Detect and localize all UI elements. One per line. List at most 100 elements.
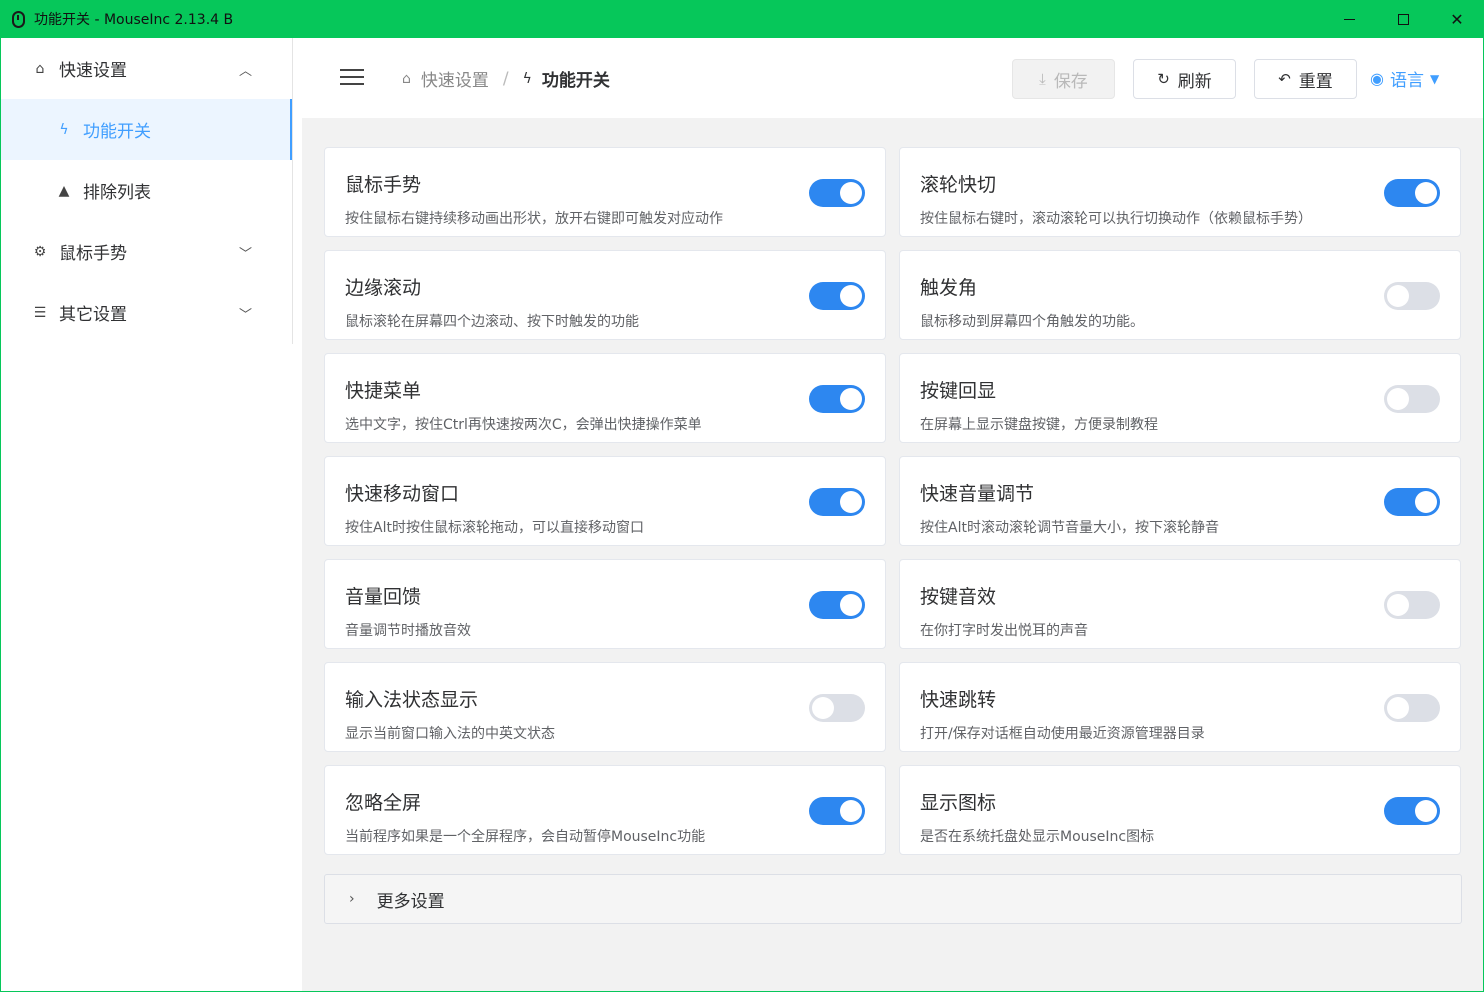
feature-description: 选中文字，按住Ctrl再快速按两次C，会弹出快捷操作菜单 [345,417,702,433]
breadcrumb: ⌂ 快速设置 / ϟ 功能开关 [402,66,610,92]
feature-toggle[interactable] [809,591,865,619]
sidebar: ⌂ 快速设置 ︿ ϟ 功能开关 ▲ 排除列表 ⚙ 鼠标手势 ﹀ ☰ 其它设置 ﹀ [1,38,293,344]
language-icon: ◉ [1370,69,1384,88]
minimize-button[interactable] [1322,0,1376,38]
toggle-knob [840,388,862,410]
home-icon: ⌂ [35,60,45,77]
sidebar-item-exclude-list[interactable]: ▲ 排除列表 [1,160,292,221]
feature-toggle[interactable] [809,179,865,207]
feature-toggle[interactable] [1384,591,1440,619]
feature-description: 当前程序如果是一个全屏程序，会自动暂停MouseInc功能 [345,829,706,845]
sidebar-item-label: 其它设置 [59,305,127,325]
window-title: 功能开关 - MouseInc 2.13.4 B [34,12,234,28]
feature-title: 显示图标 [920,792,997,814]
toggle-knob [1387,594,1409,616]
refresh-icon: ↻ [1157,70,1170,88]
chevron-up-icon: ︿ [238,64,252,79]
more-settings-collapse[interactable]: › 更多设置 [324,874,1462,924]
breadcrumb-home[interactable]: 快速设置 [421,66,489,91]
feature-toggle[interactable] [809,694,865,722]
sidebar-item-mouse-gestures[interactable]: ⚙ 鼠标手势 ﹀ [1,221,292,282]
toggle-knob [840,491,862,513]
reset-button-label: 重置 [1298,71,1333,92]
main-content: 鼠标手势按住鼠标右键持续移动画出形状，放开右键即可触发对应动作 滚轮快切 按住鼠标右… [302,118,1483,991]
feature-title: 音量回馈 [345,586,422,608]
feature-description: 在屏幕上显示键盘按键，方便录制教程 [920,417,1158,433]
feature-title: 触发角 [920,277,978,299]
caret-down-icon: ▼ [1429,71,1440,86]
feature-description: 按住鼠标右键持续移动画出形状，放开右键即可触发对应动作 [345,211,723,227]
toggle-knob [1415,491,1437,513]
language-label: 语言 [1389,71,1424,91]
feature-title: 输入法状态显示 [345,689,479,711]
reset-button[interactable]: ↶ 重置 [1254,59,1357,99]
feature-description: 按住Alt时滚动滚轮调节音量大小，按下滚轮静音 [920,520,1219,536]
undo-icon: ↶ [1278,70,1291,88]
feature-card: 快速跳转 打开/保存对话框自动使用最近资源管理器目录 [899,662,1461,752]
toggle-knob [1387,697,1409,719]
language-dropdown[interactable]: ◉ 语言 ▼ [1370,66,1439,91]
toggle-knob [1415,182,1437,204]
feature-card: 滚轮快切 按住鼠标右键时，滚动滚轮可以执行切换动作（依赖鼠标手势） [899,147,1461,237]
warning-icon: ▲ [58,182,70,199]
feature-toggle[interactable] [1384,179,1440,207]
feature-title: 按键回显 [920,380,997,402]
breadcrumb-current: 功能开关 [541,71,610,91]
feature-title: 忽略全屏 [345,792,422,814]
feature-toggle[interactable] [809,797,865,825]
feature-card: 快速音量调节按住Alt时滚动滚轮调节音量大小，按下滚轮静音 [899,456,1461,546]
feature-toggle[interactable] [1384,694,1440,722]
refresh-button-label: 刷新 [1177,71,1212,92]
toggle-knob [840,285,862,307]
close-icon: ✕ [1450,9,1464,29]
chevron-down-icon: ﹀ [238,308,252,323]
mouse-icon [12,10,25,28]
title-bar: 功能开关 - MouseInc 2.13.4 B ✕ [0,0,1484,38]
feature-description: 打开/保存对话框自动使用最近资源管理器目录 [920,726,1205,742]
toggle-knob [840,594,862,616]
feature-title: 快速音量调节 [920,483,1035,505]
save-button-label: 保存 [1053,71,1088,92]
home-icon: ⌂ [402,70,411,87]
header: ⌂ 快速设置 / ϟ 功能开关 ⤓ 保存 ↻ 刷新 ↶ 重置 ◉ 语言 ▼ [302,38,1483,118]
feature-toggle[interactable] [1384,385,1440,413]
feature-toggle[interactable] [809,488,865,516]
feature-toggle[interactable] [1384,488,1440,516]
sliders-icon: ☰ [33,304,47,321]
feature-title: 鼠标手势 [345,174,422,196]
toggle-knob [812,697,834,719]
toggle-knob [1415,800,1437,822]
feature-toggle[interactable] [1384,797,1440,825]
sidebar-item-label: 鼠标手势 [59,244,127,264]
feature-toggle[interactable] [809,282,865,310]
feature-description: 按住鼠标右键时，滚动滚轮可以执行切换动作（依赖鼠标手势） [920,211,1312,227]
feature-card: 音量回馈 音量调节时播放音效 [324,559,886,649]
breadcrumb-separator: / [502,68,509,89]
feature-toggle[interactable] [809,385,865,413]
maximize-button[interactable] [1376,0,1430,38]
close-button[interactable]: ✕ [1430,0,1484,38]
feature-title: 按键音效 [920,586,997,608]
feature-description: 在你打字时发出悦耳的声音 [920,623,1088,639]
sidebar-item-quick-settings[interactable]: ⌂ 快速设置 ︿ [1,38,292,99]
more-settings-label: 更多设置 [376,891,445,912]
save-button[interactable]: ⤓ 保存 [1012,59,1115,99]
sidebar-item-label: 功能开关 [83,122,151,142]
menu-toggle-icon[interactable] [340,69,364,87]
feature-card: 输入法状态显示 显示当前窗口输入法的中英文状态 [324,662,886,752]
feature-card: 按键回显在屏幕上显示键盘按键，方便录制教程 [899,353,1461,443]
feature-card: 快速移动窗口 按住Alt时按住鼠标滚轮拖动，可以直接移动窗口 [324,456,886,546]
feature-description: 鼠标滚轮在屏幕四个边滚动、按下时触发的功能 [345,314,639,330]
gear-icon: ⚙ [33,243,47,260]
sidebar-item-label: 快速设置 [59,61,127,81]
sidebar-item-other-settings[interactable]: ☰ 其它设置 ﹀ [1,282,292,343]
toggle-knob [1387,285,1409,307]
toggle-knob [840,182,862,204]
feature-toggle[interactable] [1384,282,1440,310]
feature-card: 忽略全屏当前程序如果是一个全屏程序，会自动暂停MouseInc功能 [324,765,886,855]
feature-card: 边缘滚动 鼠标滚轮在屏幕四个边滚动、按下时触发的功能 [324,250,886,340]
sidebar-item-feature-switch[interactable]: ϟ 功能开关 [1,99,292,160]
sidebar-empty-area [1,344,301,991]
chevron-down-icon: ﹀ [238,247,252,262]
refresh-button[interactable]: ↻ 刷新 [1133,59,1236,99]
